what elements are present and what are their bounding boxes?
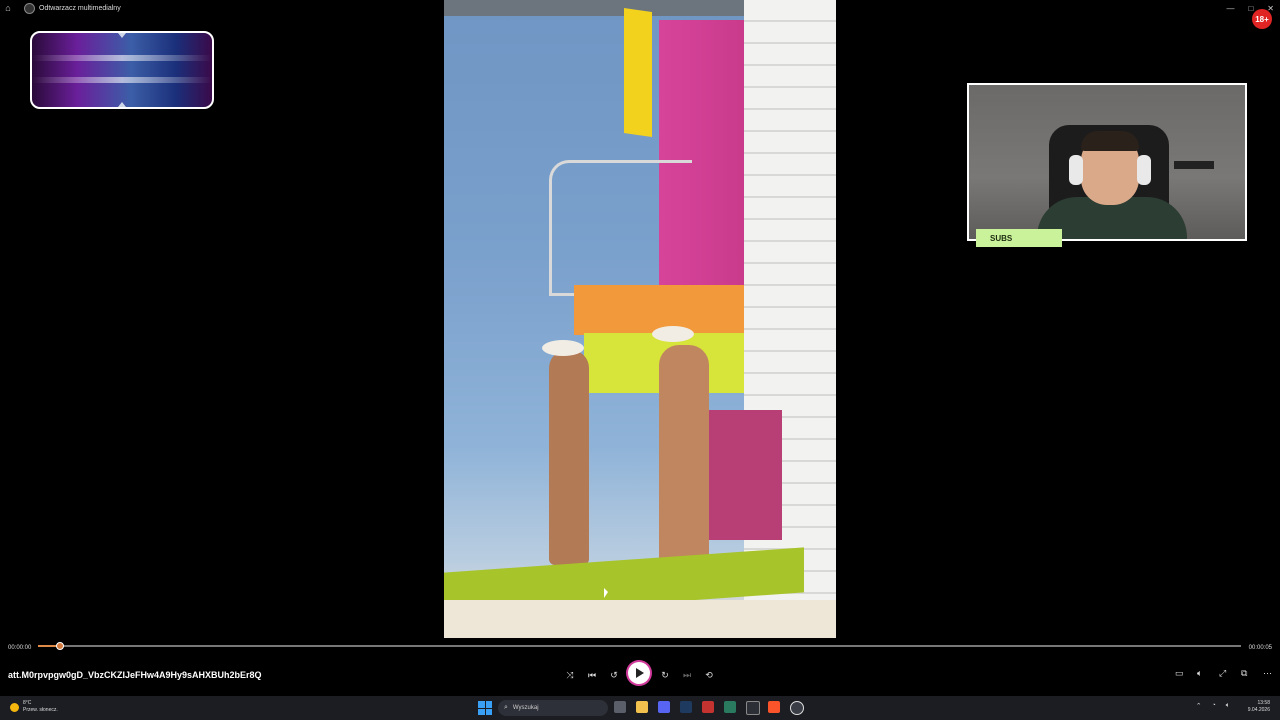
task-view-icon[interactable]	[614, 701, 626, 713]
obs-icon[interactable]	[746, 701, 760, 715]
rewind-10-icon[interactable]: ↺	[606, 668, 622, 682]
weather-temp: 8°C	[23, 700, 32, 706]
windows-start-icon[interactable]	[478, 701, 492, 715]
light-streak	[32, 55, 212, 61]
streamer-hair	[1081, 131, 1139, 151]
light-streak	[32, 77, 212, 83]
headset-icon	[1069, 155, 1083, 185]
volume-tray-icon[interactable]: 🔈︎	[1226, 702, 1230, 710]
brave-browser-icon[interactable]	[768, 701, 780, 713]
weather-desc: Przew. słonecz.	[23, 707, 58, 713]
taskbar-clock[interactable]: 13:58 9.04.2026	[1248, 700, 1270, 714]
age-18-badge: 18+	[1252, 9, 1272, 29]
webcam-overlay	[967, 83, 1247, 241]
file-explorer-icon[interactable]	[636, 701, 648, 713]
maximize-button[interactable]: □	[1248, 4, 1253, 13]
cowboy-hat-left	[542, 340, 584, 356]
repeat-icon[interactable]: ⟲	[701, 668, 717, 682]
weather-widget[interactable]: 8°C Przew. słonecz.	[10, 700, 58, 714]
time-total: 00:00:05	[1248, 645, 1272, 651]
cowboy-hat-right	[652, 326, 694, 342]
subs-label: SUBS	[976, 229, 1062, 247]
home-icon[interactable]: ⌂	[0, 3, 16, 13]
arrow-up-icon	[118, 33, 126, 38]
system-tray: ⌃ ◔ 🔈︎	[1196, 702, 1230, 710]
discord-icon[interactable]	[658, 701, 670, 713]
previous-icon[interactable]: ⏮	[584, 668, 600, 682]
headset-icon	[1137, 155, 1151, 185]
clock-date: 9.04.2026	[1247, 707, 1270, 713]
video-frame[interactable]	[444, 0, 836, 638]
steam-icon[interactable]	[680, 701, 692, 713]
mouse-cursor-icon	[604, 588, 608, 598]
clock-time: 13:58	[1257, 700, 1270, 706]
media-player-taskbar-icon[interactable]	[790, 701, 804, 715]
shuffle-icon[interactable]: ⤨	[562, 668, 578, 682]
arrow-down-icon	[118, 102, 126, 107]
next-icon[interactable]: ⏭	[679, 668, 695, 682]
time-elapsed: 00:00:00	[8, 645, 32, 651]
seek-bar-fill	[38, 645, 57, 647]
yellow-flag	[624, 8, 652, 137]
chevron-up-icon[interactable]: ⌃	[1196, 702, 1202, 710]
app-icon-red[interactable]	[702, 701, 714, 713]
forward-30-icon[interactable]: ↻	[657, 668, 673, 682]
app-icon-green[interactable]	[724, 701, 736, 713]
file-name: att.M0rpvpgw0gD_VbzCKZIJeFHw4A9Hy9sAHXBU…	[8, 670, 262, 680]
minimize-button[interactable]: —	[1226, 4, 1234, 13]
sun-icon	[10, 702, 19, 712]
windows-taskbar: 8°C Przew. słonecz. ⌕ Wyszukaj ⌃ ◔ 🔈︎ 13…	[0, 696, 1280, 720]
volume-icon[interactable]: 🔈︎	[1197, 668, 1202, 679]
wifi-icon[interactable]: ◔	[1212, 702, 1216, 710]
seek-thumb[interactable]	[56, 642, 65, 650]
stream-overlay-panel	[30, 31, 214, 109]
search-icon: ⌕	[504, 704, 508, 711]
more-options-icon[interactable]: ⋯	[1263, 668, 1272, 679]
taskbar-search[interactable]: ⌕ Wyszukaj	[498, 700, 608, 716]
play-icon	[636, 668, 644, 678]
person-right	[659, 345, 709, 565]
play-button[interactable]	[628, 662, 650, 684]
media-player-app-icon	[24, 2, 35, 14]
seek-row: 00:00:00 00:00:05	[0, 638, 1280, 656]
tower-railing	[549, 160, 692, 296]
player-controls: att.M0rpvpgw0gD_VbzCKZIJeFHw4A9Hy9sAHXBU…	[0, 660, 1280, 690]
captions-icon[interactable]: ▭	[1175, 668, 1184, 679]
person-left	[549, 350, 589, 565]
microphone-arm	[1174, 161, 1214, 169]
seek-bar[interactable]	[38, 642, 1241, 650]
sand	[444, 600, 836, 638]
pink-sign	[702, 410, 782, 540]
window-title: Odtwarzacz multimedialny	[39, 4, 121, 12]
search-placeholder: Wyszukaj	[512, 705, 539, 711]
fullscreen-icon[interactable]: ⤢	[1219, 668, 1226, 679]
mini-player-icon[interactable]: ⧉	[1241, 668, 1247, 679]
